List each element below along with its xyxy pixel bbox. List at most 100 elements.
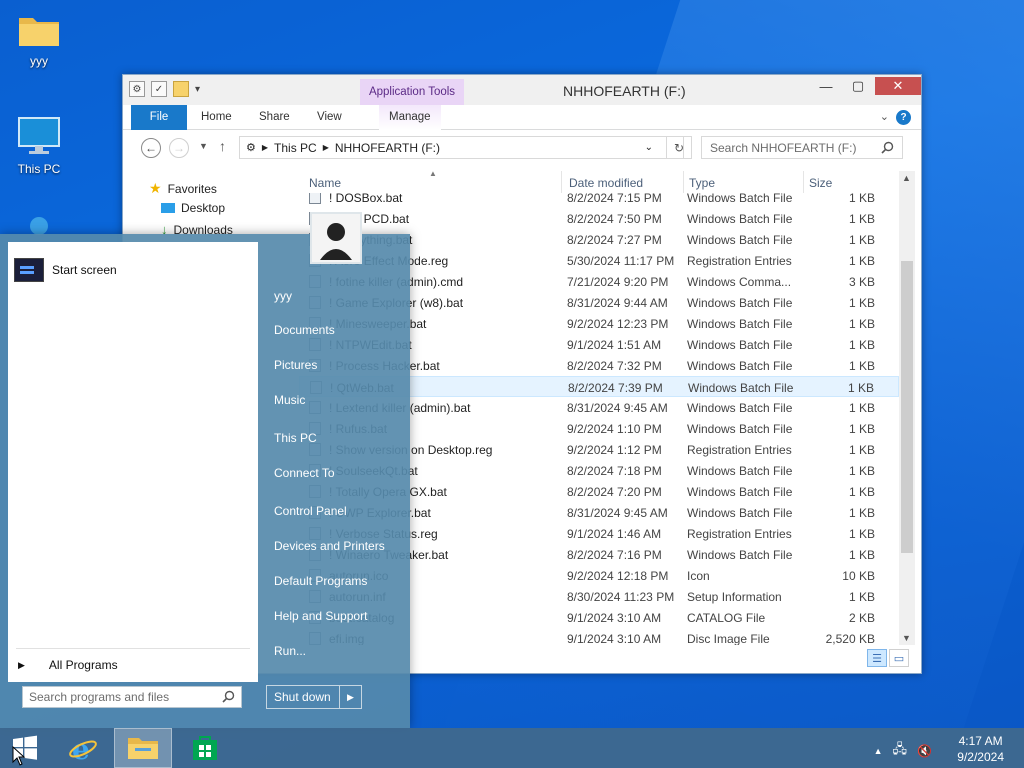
tab-home[interactable]: Home (191, 105, 242, 130)
shutdown-options-icon[interactable]: ▶ (339, 686, 361, 708)
clock[interactable]: 4:17 AM 9/2/2024 (957, 733, 1004, 765)
recent-locations-icon[interactable]: ▼ (199, 141, 208, 151)
scroll-down-icon[interactable]: ▼ (902, 633, 911, 643)
vertical-scrollbar[interactable]: ▲ ▼ (899, 171, 915, 645)
title-bar[interactable]: ⚙ ✓ ▾ Application Tools NHHOFEARTH (F:) … (123, 75, 921, 105)
tab-view[interactable]: View (307, 105, 352, 130)
start-menu-place-item[interactable]: Devices and Printers (274, 539, 385, 553)
file-type: Windows Batch File (687, 191, 793, 205)
tab-file[interactable]: File (131, 105, 187, 130)
help-icon[interactable]: ? (896, 110, 911, 125)
refresh-button[interactable]: ↻ (666, 136, 692, 159)
scroll-thumb[interactable] (901, 261, 913, 553)
start-menu-place-item[interactable]: Default Programs (274, 574, 367, 588)
breadcrumb-separator-icon: ▶ (322, 143, 329, 152)
details-view-button[interactable]: ☰ (867, 649, 887, 667)
start-menu-place-item[interactable]: Documents (274, 323, 335, 337)
file-date: 9/1/2024 3:10 AM (567, 611, 662, 625)
user-avatar[interactable] (310, 212, 362, 264)
app-menu-icon[interactable]: ⚙ (129, 81, 145, 97)
column-name[interactable]: Name (309, 176, 341, 190)
start-screen-item[interactable]: Start screen (14, 258, 117, 282)
file-explorer-icon (128, 738, 158, 759)
start-menu-place-item[interactable]: Connect To (274, 466, 335, 480)
quick-access-toolbar: ⚙ ✓ ▾ (129, 81, 200, 97)
shutdown-button[interactable]: Shut down ▶ (266, 685, 362, 709)
file-date: 9/1/2024 1:46 AM (567, 527, 662, 541)
close-button[interactable]: ✕ (875, 77, 921, 95)
file-size: 1 KB (848, 548, 875, 562)
triangle-right-icon: ▶ (18, 659, 25, 670)
file-type: Windows Batch File (688, 381, 794, 395)
file-size: 1 KB (848, 485, 875, 499)
taskbar-store[interactable] (176, 728, 234, 768)
start-menu-place-item[interactable]: Music (274, 393, 305, 407)
taskbar-internet-explorer[interactable]: e (54, 728, 112, 768)
maximize-button[interactable]: ▢ (843, 77, 873, 95)
breadcrumb-this-pc[interactable]: This PC (274, 141, 317, 155)
star-icon: ★ (149, 180, 162, 196)
large-icons-view-button[interactable]: ▭ (889, 649, 909, 667)
file-size: 1 KB (848, 464, 875, 478)
start-menu-place-item[interactable]: Pictures (274, 358, 317, 372)
search-icon (881, 141, 894, 154)
ribbon-tabs: File Home Share View Manage ⌄ ? (123, 105, 921, 130)
scroll-up-icon[interactable]: ▲ (902, 173, 911, 183)
tab-share[interactable]: Share (249, 105, 300, 130)
file-size: 1 KB (848, 212, 875, 226)
file-date: 8/31/2024 9:45 AM (567, 401, 668, 415)
taskbar-file-explorer[interactable] (114, 728, 172, 768)
file-size: 1 KB (847, 381, 874, 395)
file-type: Windows Batch File (687, 506, 793, 520)
network-warning-icon[interactable]: 🖧 (893, 740, 908, 762)
expand-ribbon-icon[interactable]: ⌄ (880, 110, 889, 123)
file-type: Setup Information (687, 590, 782, 604)
all-programs-button[interactable]: ▶ All Programs (18, 658, 118, 672)
file-date: 8/31/2024 9:45 AM (567, 506, 668, 520)
file-type: Windows Batch File (687, 338, 793, 352)
file-date: 9/2/2024 12:18 PM (567, 569, 669, 583)
file-date: 8/31/2024 9:44 AM (567, 296, 668, 310)
start-menu-place-item[interactable]: yyy (274, 289, 292, 303)
back-button[interactable]: ← (141, 138, 161, 158)
internet-explorer-icon: e (69, 733, 97, 763)
start-menu-place-item[interactable]: Run... (274, 644, 306, 658)
forward-button[interactable]: → (169, 138, 189, 158)
nav-favorites[interactable]: ★ Favorites (149, 180, 217, 197)
file-size: 2,520 KB (825, 632, 875, 646)
start-menu[interactable]: Start screen ▶ All Programs Search progr… (0, 212, 410, 728)
address-dropdown-icon[interactable]: ⌄ (645, 142, 653, 153)
start-menu-place-item[interactable]: Control Panel (274, 504, 347, 518)
breadcrumb-drive[interactable]: NHHOFEARTH (F:) (335, 141, 440, 155)
file-size: 1 KB (848, 254, 875, 268)
properties-icon[interactable]: ✓ (151, 81, 167, 97)
file-size: 1 KB (848, 338, 875, 352)
nav-desktop[interactable]: Desktop (161, 201, 225, 215)
desktop-icon-label: yyy (30, 54, 48, 68)
tab-manage[interactable]: Manage (379, 105, 441, 130)
file-type: Windows Batch File (687, 296, 793, 310)
new-folder-icon[interactable] (173, 81, 189, 97)
breadcrumb-separator-icon: ▶ (261, 143, 269, 152)
start-menu-place-item[interactable]: This PC (274, 431, 317, 445)
up-button[interactable]: ↑ (219, 138, 226, 154)
show-hidden-icons-icon[interactable]: ▲ (874, 746, 883, 756)
desktop-icon-yyy[interactable]: yyy (4, 12, 74, 68)
file-date: 9/1/2024 1:51 AM (567, 338, 662, 352)
minimize-button[interactable]: — (811, 77, 841, 95)
desktop-icon-this-pc[interactable]: This PC (4, 116, 74, 176)
file-type: Windows Batch File (687, 422, 793, 436)
volume-muted-icon[interactable]: 🔇 (917, 744, 932, 758)
qat-dropdown-icon[interactable]: ▾ (195, 84, 200, 95)
network-icon (30, 217, 48, 235)
column-date[interactable]: Date modified (569, 176, 643, 190)
start-search-input[interactable]: Search programs and files (22, 686, 242, 708)
file-size: 2 KB (848, 611, 875, 625)
address-bar[interactable]: ⚙ ▶ This PC ▶ NHHOFEARTH (F:) ⌄ (239, 136, 684, 159)
column-type[interactable]: Type (689, 176, 715, 190)
column-size[interactable]: Size (809, 176, 832, 190)
file-type: Windows Batch File (687, 485, 793, 499)
start-menu-place-item[interactable]: Help and Support (274, 609, 367, 623)
table-row[interactable]: ! Emu PCD.bat 8/2/2024 7:50 PM Windows Bat… (299, 208, 899, 229)
search-input[interactable]: Search NHHOFEARTH (F:) (701, 136, 903, 159)
